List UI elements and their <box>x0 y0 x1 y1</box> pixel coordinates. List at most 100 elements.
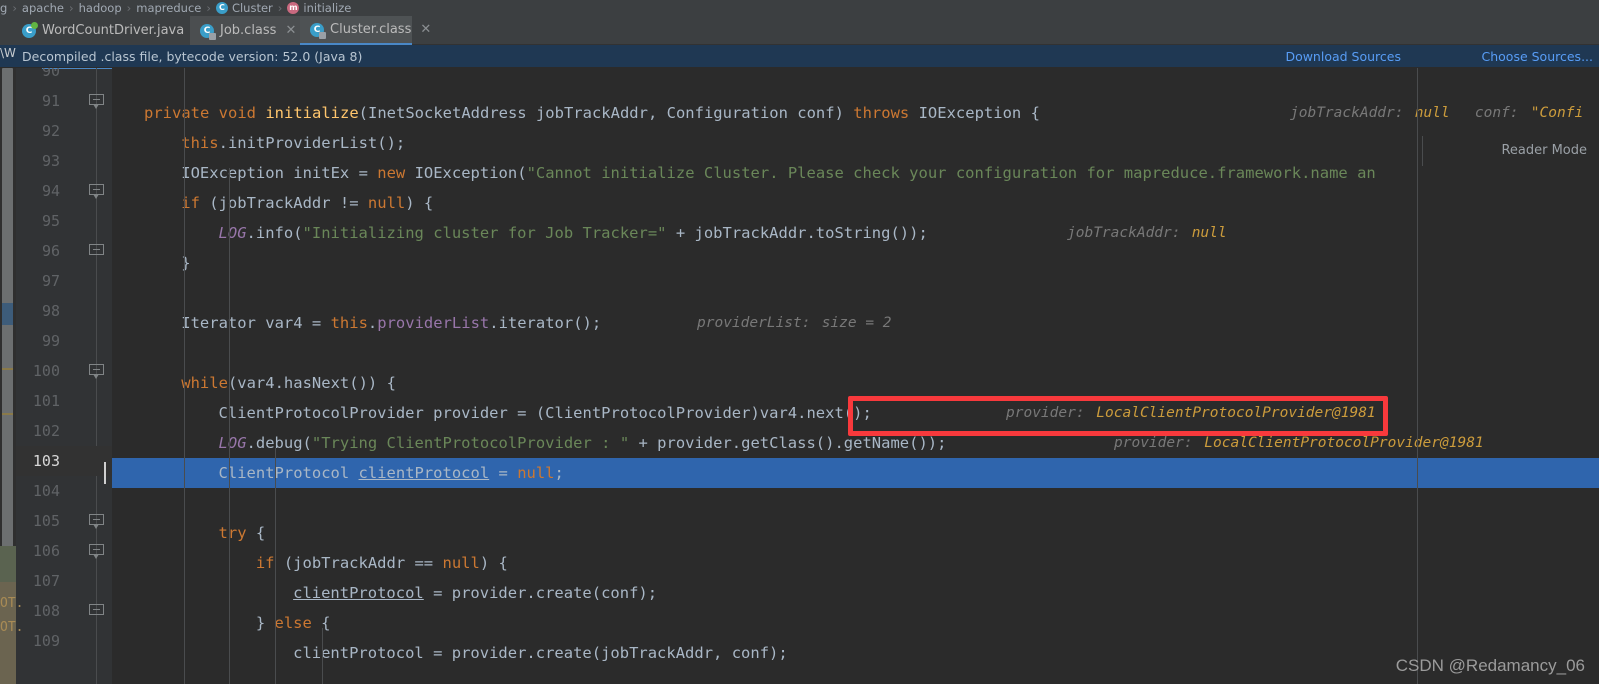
code-line-text: try { <box>219 518 266 548</box>
indent-guide <box>229 168 230 684</box>
code-token: private <box>144 104 210 122</box>
fold-marker-line-94[interactable] <box>89 184 104 199</box>
left-scrollbar[interactable] <box>0 68 16 684</box>
editor-tab-wordcountdriver-java[interactable]: CWordCountDriver.java✕ <box>12 16 204 45</box>
code-line-90[interactable] <box>112 68 1599 98</box>
line-number-102: 102 <box>32 422 60 440</box>
code-token: initialize <box>265 104 359 122</box>
breadcrumb-item-g[interactable]: g <box>0 0 7 16</box>
scrollbar-marker-warning <box>2 368 13 370</box>
code-line-101[interactable]: ClientProtocolProvider provider = (Clien… <box>112 398 1599 428</box>
code-line-109[interactable]: clientProtocol = provider.create(jobTrac… <box>112 638 1599 668</box>
decompiled-notification-banner: Decompiled .class file, bytecode version… <box>0 45 1599 68</box>
line-number-95: 95 <box>41 212 60 230</box>
fold-marker-line-96[interactable] <box>89 244 104 259</box>
code-line-105[interactable]: try { <box>112 518 1599 548</box>
code-token: (jobTrackAddr != <box>199 194 368 212</box>
close-icon[interactable]: ✕ <box>420 22 431 37</box>
breadcrumb-separator: › <box>277 1 283 15</box>
fold-marker-line-108[interactable] <box>89 604 104 619</box>
code-token: (InetSocketAddress jobTrackAddr, Configu… <box>358 104 854 122</box>
inline-hint-value: null <box>1191 225 1227 241</box>
code-line-text: this.initProviderList(); <box>181 128 405 158</box>
code-token: IOException initEx = <box>181 164 378 182</box>
inline-hint-label: jobTrackAddr: <box>1290 105 1404 121</box>
editor-gutter[interactable]: 90 91 92 93 94 95 96 97 98 99 100 101 102 103 104 105 10… <box>16 68 112 684</box>
code-token: .iterator(); <box>489 314 602 332</box>
editor-tab-job-class[interactable]: C Job.class ✕ <box>190 16 300 45</box>
indent-guide <box>275 448 276 598</box>
breadcrumb-item-initialize[interactable]: initialize <box>303 0 351 16</box>
code-token: . <box>367 314 378 332</box>
inline-hint-label: provider: <box>1114 435 1193 451</box>
breadcrumb-item-apache[interactable]: apache <box>22 0 64 16</box>
code-token: { <box>246 524 266 542</box>
code-token: = provider.create(conf); <box>423 584 658 602</box>
code-line-text: ClientProtocolProvider provider = (Clien… <box>219 398 872 428</box>
indent-guide <box>275 598 276 684</box>
fold-marker-line-91[interactable] <box>89 94 104 109</box>
code-line-91[interactable]: private void initialize(InetSocketAddres… <box>112 98 1599 128</box>
code-line-text: Iterator var4 = this.providerList.iterat… <box>181 308 601 338</box>
code-token: + provider.getClass().getName()); <box>629 434 947 452</box>
choose-sources-link[interactable]: Choose Sources... <box>1482 45 1594 68</box>
fold-marker-line-106[interactable] <box>89 544 104 559</box>
code-line-97[interactable] <box>112 278 1599 308</box>
breadcrumb[interactable]: g › apache › hadoop › mapreduce › C Cluster › m init… <box>0 0 1599 16</box>
fold-marker-line-105[interactable] <box>89 514 104 529</box>
line-number-99: 99 <box>41 332 60 350</box>
code-line-94[interactable]: if (jobTrackAddr != null) { <box>112 188 1599 218</box>
code-line-93[interactable]: IOException initEx = new IOException("Ca… <box>112 158 1599 188</box>
breadcrumb-separator: › <box>206 1 211 15</box>
close-icon[interactable]: ✕ <box>285 23 296 38</box>
inline-hint-value: size = 2 <box>821 315 892 331</box>
fold-box-icon <box>89 604 104 615</box>
left-edge-fragment-1: OT. <box>0 596 24 611</box>
code-line-100[interactable]: while(var4.hasNext()) { <box>112 368 1599 398</box>
line-number-93: 93 <box>41 152 60 170</box>
scrollbar-thumb[interactable] <box>2 68 13 628</box>
code-token: (); <box>377 134 406 152</box>
code-line-106[interactable]: if (jobTrackAddr == null) { <box>112 548 1599 578</box>
breadcrumb-item-cluster[interactable]: Cluster <box>232 0 273 16</box>
class-file-icon: C <box>200 23 216 40</box>
line-number-94: 94 <box>41 182 60 200</box>
code-content[interactable]: private void initialize(InetSocketAddres… <box>104 68 1599 684</box>
code-line-103[interactable]: ClientProtocol clientProtocol = null; <box>112 458 1599 488</box>
download-sources-link[interactable]: Download Sources <box>1285 45 1401 68</box>
code-line-108[interactable]: } else { <box>112 608 1599 638</box>
inline-hint-label: conf: <box>1474 105 1519 121</box>
editor-tab-bar: — CWordCountDriver.java✕CJob.class✕CClus… <box>0 16 1599 61</box>
code-line-text: } else { <box>256 608 331 638</box>
code-line-104[interactable] <box>112 488 1599 518</box>
code-line-95[interactable]: LOG.info("Initializing cluster for Job T… <box>112 218 1599 248</box>
code-token: .info( <box>246 224 303 242</box>
code-token: null <box>517 464 555 482</box>
code-line-text: clientProtocol = provider.create(jobTrac… <box>293 638 788 668</box>
code-line-99[interactable] <box>112 338 1599 368</box>
code-token: null <box>442 554 480 572</box>
indent-guide <box>322 628 323 684</box>
fold-box-icon <box>89 184 104 195</box>
class-icon: C <box>215 2 228 14</box>
fold-marker-line-100[interactable] <box>89 364 104 379</box>
code-token: ) { <box>405 194 434 212</box>
code-token: = <box>489 464 518 482</box>
code-line-102[interactable]: LOG.debug("Trying ClientProtocolProvider… <box>112 428 1599 458</box>
code-line-92[interactable]: this.initProviderList(); <box>112 128 1599 158</box>
code-line-96[interactable]: } <box>112 248 1599 278</box>
tab-label: Job.class <box>220 23 277 38</box>
breadcrumb-item-hadoop[interactable]: hadoop <box>79 0 122 16</box>
code-line-107[interactable]: clientProtocol = provider.create(conf); <box>112 578 1599 608</box>
breadcrumb-item-mapreduce[interactable]: mapreduce <box>136 0 201 16</box>
code-token: . <box>218 134 228 152</box>
code-line-98[interactable]: Iterator var4 = this.providerList.iterat… <box>112 308 1599 338</box>
editor-tab-cluster-class[interactable]: C Cluster.class ✕ <box>300 16 431 45</box>
code-token: ; <box>554 464 564 482</box>
fold-box-icon <box>89 514 104 525</box>
inline-hint-value: LocalClientProtocolProvider@1981 <box>1096 405 1376 421</box>
code-token: try <box>218 524 247 542</box>
code-editor[interactable]: 90 91 92 93 94 95 96 97 98 99 100 101 102 103 104 105 10… <box>0 68 1599 684</box>
